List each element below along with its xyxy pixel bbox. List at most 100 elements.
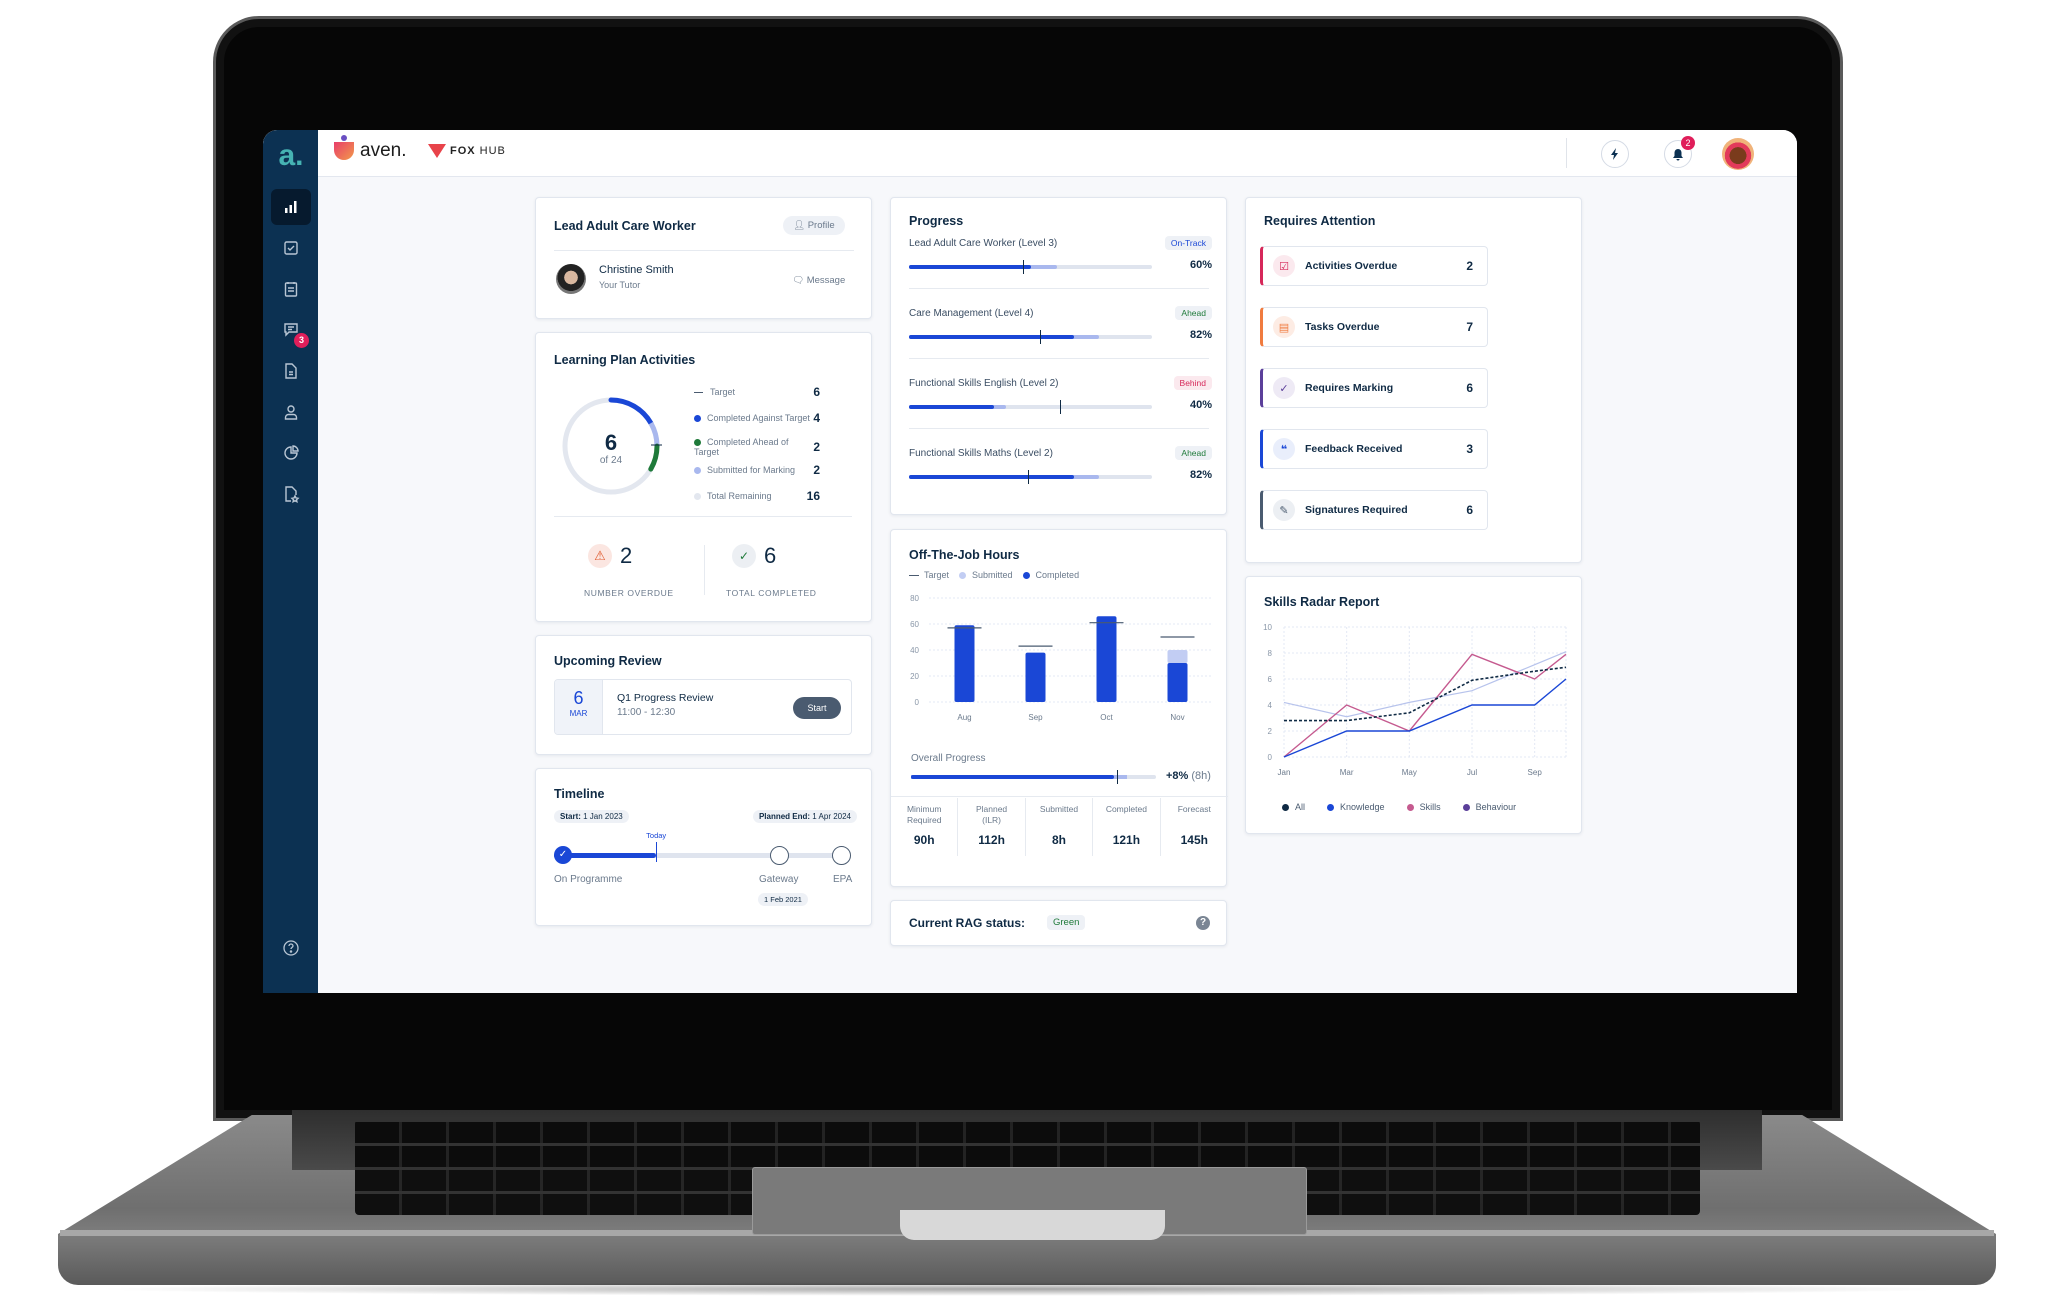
progress-bar-completed [909,405,995,409]
rag-status-card: Current RAG status: Green ? [890,900,1227,946]
sidebar-item-documents[interactable] [271,353,311,389]
app-logo[interactable]: a. [273,140,309,176]
y-tick-label: 10 [1263,623,1272,632]
help-icon [283,940,299,956]
x-tick-label: May [1402,768,1417,777]
progress-bar-track [909,400,1152,414]
y-tick-label: 40 [910,646,919,655]
attention-item[interactable]: ☑ Activities Overdue 2 [1260,246,1488,286]
legend-marker [694,391,703,394]
legend-item[interactable]: Knowledge [1327,802,1385,812]
sidebar-help[interactable] [271,930,311,966]
bar-completed [1025,652,1046,702]
progress-bar-track [909,470,1152,484]
legend-marker [1327,804,1335,812]
overdue-stat[interactable]: ⚠ 2 [588,543,632,569]
profile-button[interactable]: 👤︎ Profile [783,216,845,235]
help-icon[interactable]: ? [1196,916,1210,930]
attention-item[interactable]: ✓ Requires Marking 6 [1260,368,1488,408]
review-item[interactable]: 6 MAR Q1 Progress Review 11:00 - 12:30 S… [554,679,852,735]
progress-status-badge: Behind [1173,376,1212,390]
attention-item[interactable]: ✎ Signatures Required 6 [1260,490,1488,530]
progress-target-marker [1059,400,1061,414]
divider [909,288,1209,289]
progress-bar-track [909,330,1152,344]
stage-gateway-node[interactable] [770,846,789,865]
requires-attention-title: Requires Attention [1264,214,1376,228]
timeline-end: Planned End: 1 Apr 2024 [752,810,857,823]
otj-stat-label: Forecast [1177,804,1211,814]
stage-on-programme-node[interactable]: ✓ [554,846,572,864]
stage-epa-node[interactable] [832,846,851,865]
legend-item[interactable]: All [1282,802,1305,812]
calendar-check-icon: ☑ [1273,255,1295,277]
sidebar-item-messages[interactable]: 3 [271,312,311,348]
overall-progress-label: Overall Progress [911,753,986,764]
x-tick-label: Jan [1278,768,1291,777]
y-tick-label: 2 [1268,727,1273,736]
tutor-role: Your Tutor [599,280,641,290]
bar-submitted [1167,650,1188,663]
user-avatar[interactable] [1722,138,1754,170]
legend-item[interactable]: Behaviour [1462,802,1516,812]
skills-line-chart: 0 2 4 6 8 10 Jan Mar May Jul Sep [1263,623,1567,777]
rag-label: Current RAG status: [909,916,1026,930]
x-tick-label: Sep [1528,768,1543,777]
attention-label: Feedback Received [1305,443,1403,455]
timeline-track [554,853,846,858]
progress-bar-track [909,260,1152,274]
legend-label: Completed Ahead of Target [694,437,789,457]
otj-stat-value: 90h [913,833,935,847]
sidebar-item-certificates[interactable] [271,476,311,512]
bar-completed [1167,663,1188,702]
progress-percent: 60% [1189,259,1212,271]
divider [909,428,1209,429]
completed-stat[interactable]: ✓ 6 [732,543,776,569]
aven-logo[interactable]: aven. [334,135,406,162]
tutor-name: Christine Smith [599,264,674,276]
legend-marker [1282,804,1289,812]
chat-quote-icon: ❝ [1273,438,1295,460]
sidebar: a. 3 [263,130,318,993]
otj-hours-card: Off-The-Job Hours Target Submitted Compl… [890,529,1228,887]
bell-icon [1673,148,1683,160]
sidebar-item-reports[interactable] [271,435,311,471]
attention-count: 6 [1466,503,1473,517]
quick-actions-button[interactable] [1601,140,1629,168]
otj-stat-value: 121h [1112,833,1141,847]
start-review-button[interactable]: Start [793,697,841,719]
legend-marker [694,439,701,447]
legend-value: 4 [813,411,820,425]
message-button[interactable]: 🗨︎ Message [792,275,845,286]
sidebar-item-dashboard[interactable] [271,189,311,225]
timeline-start: Start: 1 Jan 2023 [554,810,629,823]
learning-plan-title: Learning Plan Activities [554,353,696,367]
otj-stat: Completed 121h [1093,798,1161,856]
progress-title: Progress [909,214,964,228]
progress-target-marker [1040,330,1042,344]
attention-item[interactable]: ▤ Tasks Overdue 7 [1260,307,1488,347]
requires-attention-card: Requires Attention ☑ Activities Overdue 2 ▤… [1245,197,1582,563]
otj-stat-label: Submitted [1039,804,1079,814]
sidebar-item-activities[interactable] [271,230,311,266]
attention-item[interactable]: ❝ Feedback Received 3 [1260,429,1488,469]
notifications-button[interactable]: 2 [1664,136,1695,168]
sidebar-item-profile[interactable] [271,394,311,430]
progress-percent: 82% [1189,469,1212,481]
x-tick-label: Mar [1340,768,1354,777]
attention-count: 7 [1466,320,1473,334]
attention-count: 3 [1466,442,1473,456]
divider [704,545,705,595]
progress-percent: 40% [1189,399,1212,411]
divider [554,516,852,517]
otj-title: Off-The-Job Hours [909,548,1020,562]
sidebar-item-tasks[interactable] [271,271,311,307]
upcoming-review-title: Upcoming Review [554,654,662,668]
bar-completed [954,625,975,702]
otj-stat-value: 145h [1180,833,1208,847]
legend-item[interactable]: Skills [1406,802,1441,812]
legend-label: Target [694,387,735,397]
stage-epa-label: EPA [833,874,853,885]
foxhub-logo[interactable]: FOX HUB [428,144,506,158]
otj-legend: Target Submitted Completed [909,570,1079,580]
